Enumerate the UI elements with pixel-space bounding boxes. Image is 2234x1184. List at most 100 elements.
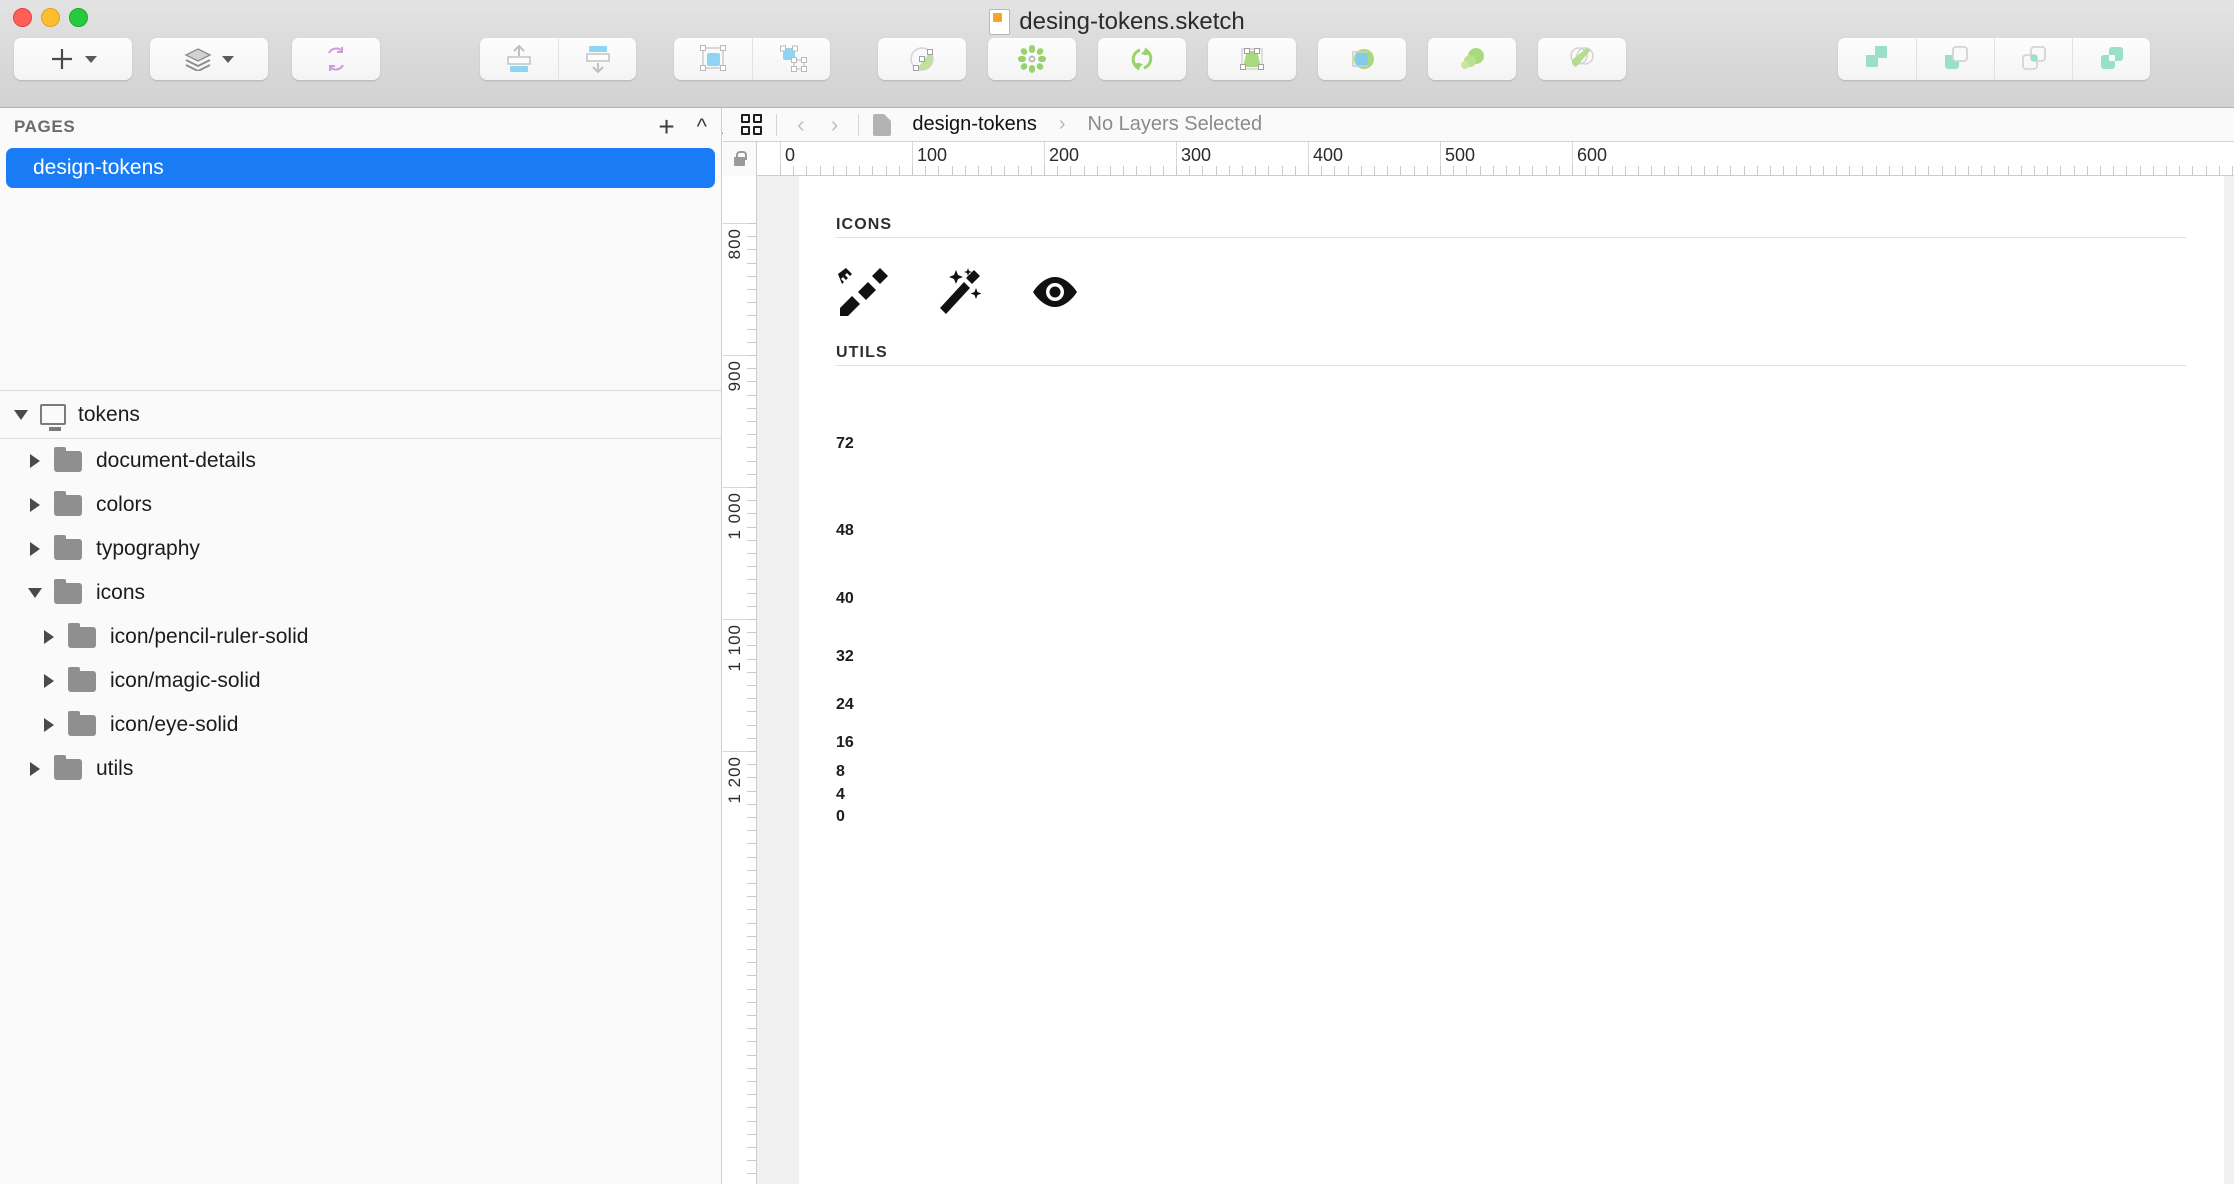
edit-button[interactable] <box>878 38 966 80</box>
create-symbol-button-inner[interactable] <box>292 38 380 80</box>
rotate-icon <box>1127 44 1157 74</box>
magic-solid-icon[interactable] <box>934 268 984 316</box>
artboard-icon <box>40 404 66 425</box>
layer-label: icons <box>96 581 145 605</box>
difference-button[interactable] <box>2072 38 2150 80</box>
chevron-right-icon[interactable] <box>22 542 48 556</box>
scale-button[interactable] <box>1428 38 1516 80</box>
layer-row-utils[interactable]: utils <box>0 747 721 791</box>
layer-row-colors[interactable]: colors <box>0 483 721 527</box>
flatten-button[interactable] <box>1538 38 1626 80</box>
vertical-ruler[interactable]: 800 900 1 000 1 100 1 200 <box>723 176 757 1184</box>
transform-button[interactable] <box>1208 38 1296 80</box>
spacing-bar[interactable] <box>880 637 2186 676</box>
pages-list-empty-space <box>0 188 721 390</box>
layer-row-pencil-ruler-solid[interactable]: icon/pencil-ruler-solid <box>0 615 721 659</box>
chevron-down-icon[interactable] <box>22 588 48 598</box>
spacing-bar[interactable] <box>880 400 2186 488</box>
rotate-copies-button-inner[interactable] <box>988 38 1076 80</box>
spacing-bar[interactable] <box>880 791 2186 799</box>
rotate-copies-button[interactable] <box>988 38 1076 80</box>
plus-icon[interactable]: + <box>658 113 674 141</box>
create-symbol-icon <box>321 44 351 74</box>
chevron-right-icon[interactable] <box>36 630 62 644</box>
transform-button-inner[interactable] <box>1208 38 1296 80</box>
chevron-up-icon[interactable]: ^ <box>697 116 707 138</box>
layer-row-eye-solid[interactable]: icon/eye-solid <box>0 703 721 747</box>
rotate-button[interactable] <box>1098 38 1186 80</box>
data-button[interactable] <box>150 38 268 80</box>
window-titlebar: desing-tokens.sketch Insert Data <box>0 0 2234 108</box>
chevron-right-icon[interactable] <box>36 674 62 688</box>
divider <box>776 114 777 136</box>
data-button-inner[interactable] <box>150 38 268 80</box>
edit-button-inner[interactable] <box>878 38 966 80</box>
ruler-h-label: 600 <box>1577 145 1607 166</box>
ruler-v-label: 900 <box>725 360 745 391</box>
ungroup-button[interactable] <box>752 38 830 80</box>
insert-button-inner[interactable] <box>14 38 132 80</box>
union-icon <box>1861 44 1893 74</box>
scale-button-inner[interactable] <box>1428 38 1516 80</box>
spacing-bar[interactable] <box>880 502 2186 561</box>
folder-icon <box>68 671 96 692</box>
toolbar-row: Insert Data Create Symbol <box>0 38 2234 108</box>
chevron-down-icon <box>222 56 234 63</box>
ruler-v-label: 1 200 <box>725 756 745 804</box>
chevron-right-icon[interactable] <box>22 498 48 512</box>
layer-row-icons[interactable]: icons <box>0 571 721 615</box>
canvas-board[interactable]: ICONS <box>758 176 2234 1184</box>
mask-button[interactable] <box>1318 38 1406 80</box>
spacing-bar-zero[interactable] <box>880 845 2186 899</box>
transform-icon <box>1237 44 1267 74</box>
union-button[interactable] <box>1838 38 1916 80</box>
spacing-bar[interactable] <box>880 690 2186 719</box>
sidebar-item-design-tokens[interactable]: design-tokens <box>6 148 715 188</box>
layer-row-tokens[interactable]: tokens <box>0 391 721 439</box>
bring-forward-button[interactable] <box>480 38 558 80</box>
grid-view-icon[interactable] <box>741 114 762 135</box>
chevron-right-icon[interactable] <box>36 718 62 732</box>
group-button[interactable] <box>674 38 752 80</box>
chevron-right-icon[interactable] <box>22 454 48 468</box>
pencil-ruler-solid-icon[interactable] <box>836 268 888 316</box>
layer-row-magic-solid[interactable]: icon/magic-solid <box>0 659 721 703</box>
spacing-bar[interactable] <box>880 574 2186 623</box>
layer-row-document-details[interactable]: document-details <box>0 439 721 483</box>
folder-icon <box>54 451 82 472</box>
ruler-h-label: 100 <box>917 145 947 166</box>
ruler-h-label: 400 <box>1313 145 1343 166</box>
mask-button-inner[interactable] <box>1318 38 1406 80</box>
spacing-bar-label: 16 <box>836 734 854 752</box>
breadcrumb-separator: › <box>1059 113 1066 136</box>
spacing-bar[interactable] <box>880 734 2186 754</box>
chevron-right-icon[interactable]: › <box>825 111 845 138</box>
artboard-tokens[interactable]: ICONS <box>799 176 2224 1184</box>
breadcrumb-document-name[interactable]: design-tokens <box>912 113 1037 136</box>
group-ops-group <box>674 38 830 80</box>
subtract-button[interactable] <box>1916 38 1994 80</box>
send-backward-button[interactable] <box>558 38 636 80</box>
selection-status: No Layers Selected <box>1088 113 1263 136</box>
chevron-left-icon[interactable]: ‹ <box>791 111 811 138</box>
create-symbol-button[interactable] <box>292 38 380 80</box>
intersect-button[interactable] <box>1994 38 2072 80</box>
horizontal-ruler[interactable]: 0 100 200 300 400 500 600 <box>723 142 2234 176</box>
rotate-button-inner[interactable] <box>1098 38 1186 80</box>
spacing-bar[interactable] <box>880 813 2186 821</box>
folder-icon <box>68 715 96 736</box>
rotate-copies-icon <box>1017 44 1047 74</box>
spacing-bar-label: 8 <box>836 763 845 781</box>
ruler-lock-button[interactable] <box>723 142 757 176</box>
spacing-bar[interactable] <box>880 767 2186 777</box>
insert-button[interactable] <box>14 38 132 80</box>
folder-icon <box>68 627 96 648</box>
flatten-button-inner[interactable] <box>1538 38 1626 80</box>
chevron-right-icon[interactable] <box>22 762 48 776</box>
layer-label: colors <box>96 493 152 517</box>
layer-row-typography[interactable]: typography <box>0 527 721 571</box>
mask-icon <box>1347 44 1377 74</box>
eye-solid-icon[interactable] <box>1030 268 1080 316</box>
pages-title: PAGES <box>14 117 75 137</box>
chevron-down-icon[interactable] <box>8 410 34 420</box>
